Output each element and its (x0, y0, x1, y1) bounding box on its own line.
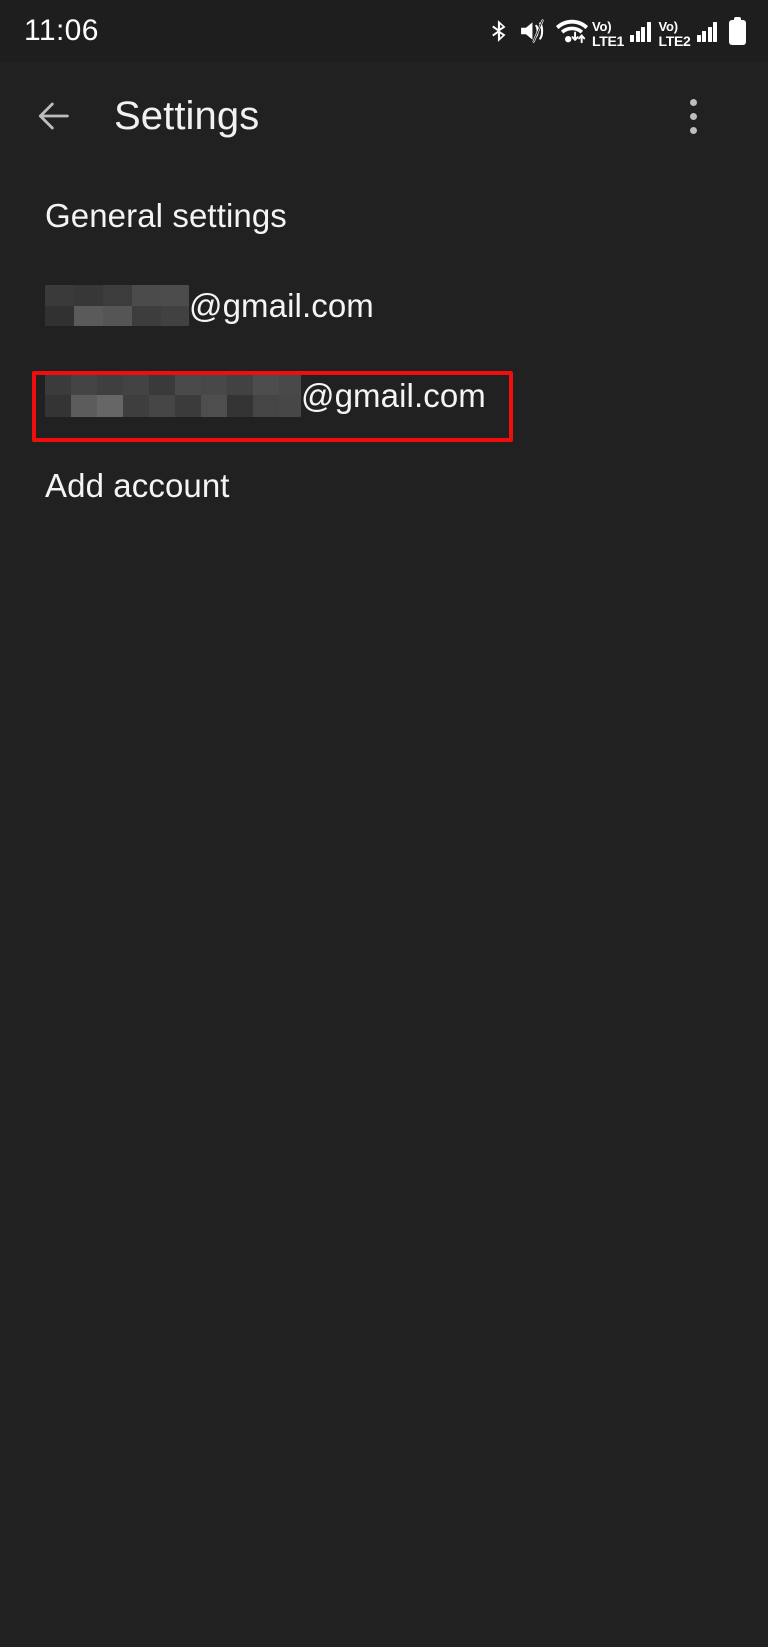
status-icon-tray: Vo) LTE1 Vo) LTE2 (486, 11, 746, 51)
settings-list: General settings @gmail.com @gmail.com A… (0, 170, 768, 530)
arrow-left-icon (38, 102, 69, 130)
volte-sim1-bottom: LTE1 (592, 33, 624, 49)
volte-sim2-top: Vo) (658, 19, 679, 34)
more-vert-icon[interactable] (676, 92, 710, 140)
wifi-icon (555, 11, 589, 51)
volte-sim2-icon: Vo) LTE2 (659, 14, 693, 48)
redacted-username-2 (45, 373, 301, 417)
phone-screen: 11:06 Vo) LTE1 Vo) LTE2 Settings General… (0, 0, 768, 1647)
list-item-general-settings[interactable]: General settings (0, 170, 768, 260)
battery-icon (729, 17, 746, 45)
account-2-domain: @gmail.com (301, 376, 486, 414)
status-clock: 11:06 (24, 14, 99, 47)
signal-sim2-icon (696, 21, 717, 42)
general-settings-label: General settings (45, 196, 287, 234)
signal-sim1-icon (630, 21, 651, 42)
bluetooth-icon (486, 11, 512, 51)
redacted-username-1 (45, 284, 189, 326)
status-bar: 11:06 Vo) LTE1 Vo) LTE2 (0, 0, 768, 62)
list-item-account-2[interactable]: @gmail.com (0, 350, 768, 440)
volte-sim2-bottom: LTE2 (658, 33, 691, 49)
list-item-account-1[interactable]: @gmail.com (0, 260, 768, 350)
mute-icon (518, 11, 548, 51)
add-account-label: Add account (45, 466, 230, 504)
list-item-add-account[interactable]: Add account (0, 440, 768, 530)
account-1-domain: @gmail.com (189, 286, 374, 324)
volte-sim1-top: Vo) (592, 19, 612, 34)
volte-sim1-icon: Vo) LTE1 (592, 14, 626, 48)
page-title: Settings (114, 94, 260, 138)
app-bar: Settings (0, 62, 768, 170)
back-button[interactable] (30, 92, 78, 140)
